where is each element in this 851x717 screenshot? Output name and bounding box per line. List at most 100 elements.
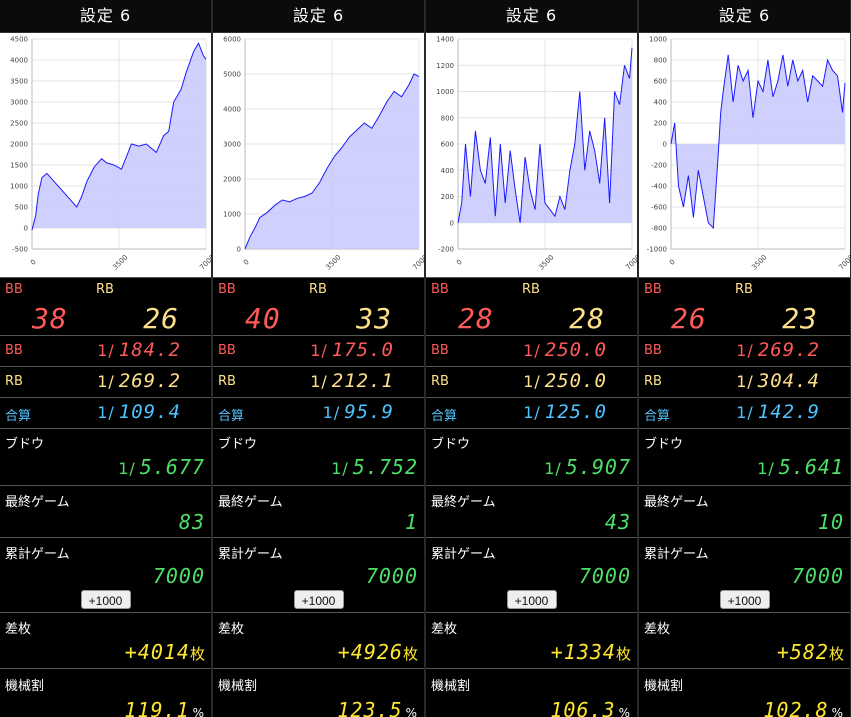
bonus-counts-row: BB RB 26 23 <box>639 277 850 335</box>
budou-label: ブドウ <box>5 437 45 452</box>
diff-label: 差枚 <box>5 622 32 637</box>
setting-column: 設定 6 0 1000 2000 3000 4000 5000 6000 0 3500 7000 … <box>213 0 424 717</box>
diff-label: 差枚 <box>218 622 245 637</box>
bb-prob-row: BB 1/175.0 <box>213 335 424 366</box>
total-prob-row: 合算 1/95.9 <box>213 397 424 428</box>
total-game-value: 7000 <box>791 564 844 588</box>
rb-count: 33 <box>356 302 392 335</box>
total-prob-label: 合算 <box>644 409 671 424</box>
rb-label: RB <box>96 282 114 297</box>
y-tick-label: 800 <box>654 57 667 65</box>
plus-1000-button[interactable]: +1000 <box>719 590 770 609</box>
budou-label: ブドウ <box>644 437 684 452</box>
diff-label: 差枚 <box>431 622 458 637</box>
budou-row: ブドウ 1/5.752 <box>213 428 424 485</box>
y-tick-label: 6000 <box>223 36 241 44</box>
bb-prob-label: BB <box>218 343 236 358</box>
rb-prob-row: RB 1/304.4 <box>639 366 850 397</box>
rb-count: 26 <box>143 302 179 335</box>
y-tick-label: 3000 <box>10 99 28 107</box>
diff-row: 差枚 +582枚 <box>639 612 850 668</box>
total-prob-row: 合算 1/142.9 <box>639 397 850 428</box>
plus-1000-button[interactable]: +1000 <box>506 590 557 609</box>
total-prob-label: 合算 <box>218 409 245 424</box>
rb-count: 23 <box>782 302 818 335</box>
y-tick-label: -200 <box>438 246 454 254</box>
bb-prob-value: 1/184.2 <box>97 339 181 361</box>
y-tick-label: 1000 <box>649 36 667 44</box>
column-title: 設定 6 <box>639 0 850 33</box>
x-tick-label: 3500 <box>537 253 555 271</box>
diff-row: 差枚 +4014枚 <box>0 612 211 668</box>
x-tick-label: 3500 <box>324 253 342 271</box>
payout-row: 機械割 123.5% <box>213 668 424 717</box>
y-tick-label: 1000 <box>223 211 241 219</box>
budou-row: ブドウ 1/5.677 <box>0 428 211 485</box>
last-game-label: 最終ゲーム <box>5 495 70 510</box>
total-game-row: 累計ゲーム 7000 +1000 <box>0 537 211 612</box>
y-tick-label: 600 <box>654 78 667 86</box>
y-tick-label: 600 <box>441 141 454 149</box>
budou-label: ブドウ <box>431 437 471 452</box>
last-game-row: 最終ゲーム 10 <box>639 485 850 537</box>
bb-prob-row: BB 1/269.2 <box>639 335 850 366</box>
diff-chart-svg: -1000 -800 -600 -400 -200 0 200 400 600 800 1000 0 3… <box>647 36 850 272</box>
column-title: 設定 6 <box>426 0 637 33</box>
x-tick-label: 7000 <box>198 253 211 271</box>
bb-prob-value: 1/250.0 <box>523 339 607 361</box>
payout-label: 機械割 <box>5 679 45 694</box>
percent-unit: % <box>192 706 205 717</box>
y-tick-label: 0 <box>663 141 667 149</box>
rb-prob-value: 1/250.0 <box>523 370 607 392</box>
plus-1000-button[interactable]: +1000 <box>80 590 131 609</box>
setting-column: 設定 6 -200 0 200 400 600 800 1000 1200 1400 0 3500 7… <box>426 0 637 717</box>
x-tick-label: 0 <box>242 258 251 267</box>
bb-prob-label: BB <box>644 343 662 358</box>
rb-prob-value: 1/304.4 <box>736 370 820 392</box>
rb-count: 28 <box>569 302 605 335</box>
rb-prob-label: RB <box>431 374 449 389</box>
total-game-value: 7000 <box>152 564 205 588</box>
total-game-value: 7000 <box>578 564 631 588</box>
last-game-value: 1 <box>404 510 418 534</box>
rb-prob-row: RB 1/212.1 <box>213 366 424 397</box>
total-prob-label: 合算 <box>5 409 32 424</box>
plus-1000-button[interactable]: +1000 <box>293 590 344 609</box>
bb-count: 26 <box>671 302 707 335</box>
y-tick-label: 800 <box>441 114 454 122</box>
y-tick-label: 200 <box>441 193 454 201</box>
last-game-value: 10 <box>817 510 844 534</box>
payout-row: 機械割 102.8% <box>639 668 850 717</box>
x-tick-label: 7000 <box>624 253 637 271</box>
bb-count: 40 <box>245 302 281 335</box>
x-tick-label: 7000 <box>411 253 424 271</box>
bb-prob-row: BB 1/184.2 <box>0 335 211 366</box>
y-tick-label: -500 <box>12 246 28 254</box>
bonus-counts-row: BB RB 38 26 <box>0 277 211 335</box>
diff-value: +1334枚 <box>550 640 632 664</box>
y-tick-label: 2000 <box>10 141 28 149</box>
diff-chart-svg: -500050010001500200025003000350040004500… <box>10 36 211 272</box>
y-tick-label: 4500 <box>10 36 28 44</box>
y-tick-label: -400 <box>651 183 667 191</box>
y-tick-label: 1500 <box>10 162 28 170</box>
setting-column: 設定 6 -1000 -800 -600 -400 -200 0 200 400 600 800 1… <box>639 0 850 717</box>
y-tick-label: 2000 <box>223 176 241 184</box>
y-tick-label: 4000 <box>10 57 28 65</box>
total-prob-value: 1/142.9 <box>736 401 820 423</box>
rb-prob-label: RB <box>5 374 23 389</box>
y-tick-label: 3500 <box>10 78 28 86</box>
payout-value: 123.5% <box>337 698 418 717</box>
last-game-value: 43 <box>604 510 631 534</box>
y-tick-label: 0 <box>450 219 454 227</box>
total-prob-value: 1/109.4 <box>97 401 181 423</box>
x-tick-label: 0 <box>455 258 464 267</box>
bonus-counts-row: BB RB 40 33 <box>213 277 424 335</box>
x-tick-label: 0 <box>29 258 38 267</box>
bb-prob-value: 1/175.0 <box>310 339 394 361</box>
y-tick-label: -600 <box>651 204 667 212</box>
budou-row: ブドウ 1/5.641 <box>639 428 850 485</box>
bb-prob-value: 1/269.2 <box>736 339 820 361</box>
diff-chart-svg: -20002004006008001000120014000 3500 7000 <box>436 36 637 272</box>
last-game-row: 最終ゲーム 83 <box>0 485 211 537</box>
